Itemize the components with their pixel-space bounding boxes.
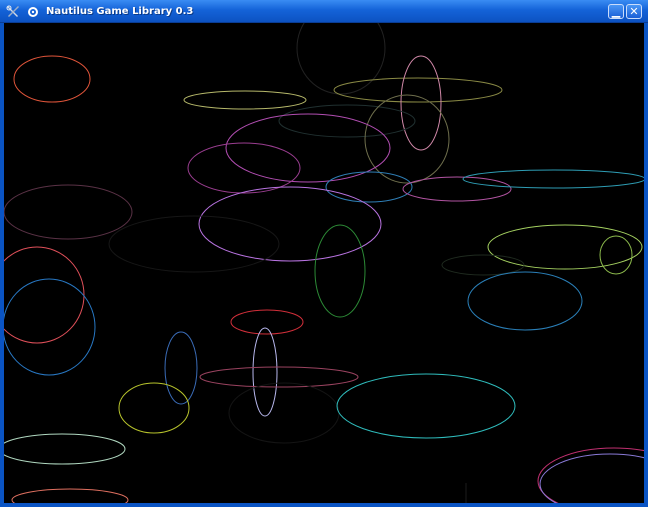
- game-canvas[interactable]: [4, 23, 644, 503]
- window-title: Nautilus Game Library 0.3: [46, 6, 194, 17]
- ellipse: [4, 246, 85, 344]
- ellipse: [487, 224, 643, 270]
- ellipse: [183, 90, 307, 110]
- window-border-bottom: [0, 503, 648, 507]
- ellipse: [4, 278, 96, 376]
- app-window: Nautilus Game Library 0.3 ▁ ✕: [0, 0, 648, 507]
- ellipse: [108, 215, 280, 273]
- ellipse: [314, 224, 366, 318]
- ellipse: [164, 331, 198, 405]
- title-bar[interactable]: Nautilus Game Library 0.3 ▁ ✕: [0, 0, 648, 23]
- ellipse: [4, 433, 126, 465]
- ellipse: [278, 104, 416, 138]
- ellipse: [230, 309, 304, 335]
- ellipse: [402, 176, 512, 202]
- ellipse: [364, 94, 450, 184]
- ellipse: [441, 254, 525, 276]
- ellipse: [228, 382, 340, 444]
- minimize-button[interactable]: ▁: [608, 4, 624, 19]
- ellipse: [118, 382, 190, 434]
- ellipse: [325, 171, 413, 203]
- ellipse: [199, 366, 359, 388]
- window-border-right: [644, 23, 648, 507]
- ellipse: [296, 23, 386, 95]
- ellipse-scene: [4, 23, 644, 503]
- tools-icon[interactable]: [5, 4, 21, 20]
- ellipse: [11, 488, 129, 503]
- ellipse: [599, 235, 633, 275]
- ellipse: [467, 271, 583, 331]
- ellipse: [537, 447, 644, 503]
- ellipse: [4, 184, 133, 240]
- close-button[interactable]: ✕: [626, 4, 642, 19]
- ellipse: [13, 55, 91, 103]
- ellipse: [336, 373, 516, 439]
- ellipse: [400, 55, 442, 151]
- ellipse: [252, 327, 278, 417]
- ellipse: [198, 186, 382, 262]
- ellipse: [462, 169, 644, 189]
- window-menu-icon[interactable]: [25, 4, 41, 20]
- ellipse: [539, 453, 644, 503]
- ellipse: [187, 142, 301, 194]
